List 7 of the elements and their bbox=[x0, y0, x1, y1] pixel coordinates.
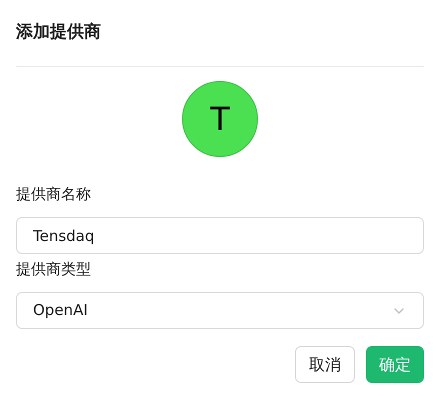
dialog-title: 添加提供商 bbox=[16, 21, 102, 44]
provider-name-field[interactable]: Tensdaq bbox=[16, 217, 424, 254]
field-label: 提供商名称 bbox=[16, 184, 92, 205]
provider-type-select[interactable]: OpenAI bbox=[16, 292, 424, 329]
field-label: 提供商类型 bbox=[16, 259, 92, 280]
avatar: T bbox=[182, 81, 258, 157]
cancel-button[interactable]: 取消 bbox=[295, 346, 355, 383]
